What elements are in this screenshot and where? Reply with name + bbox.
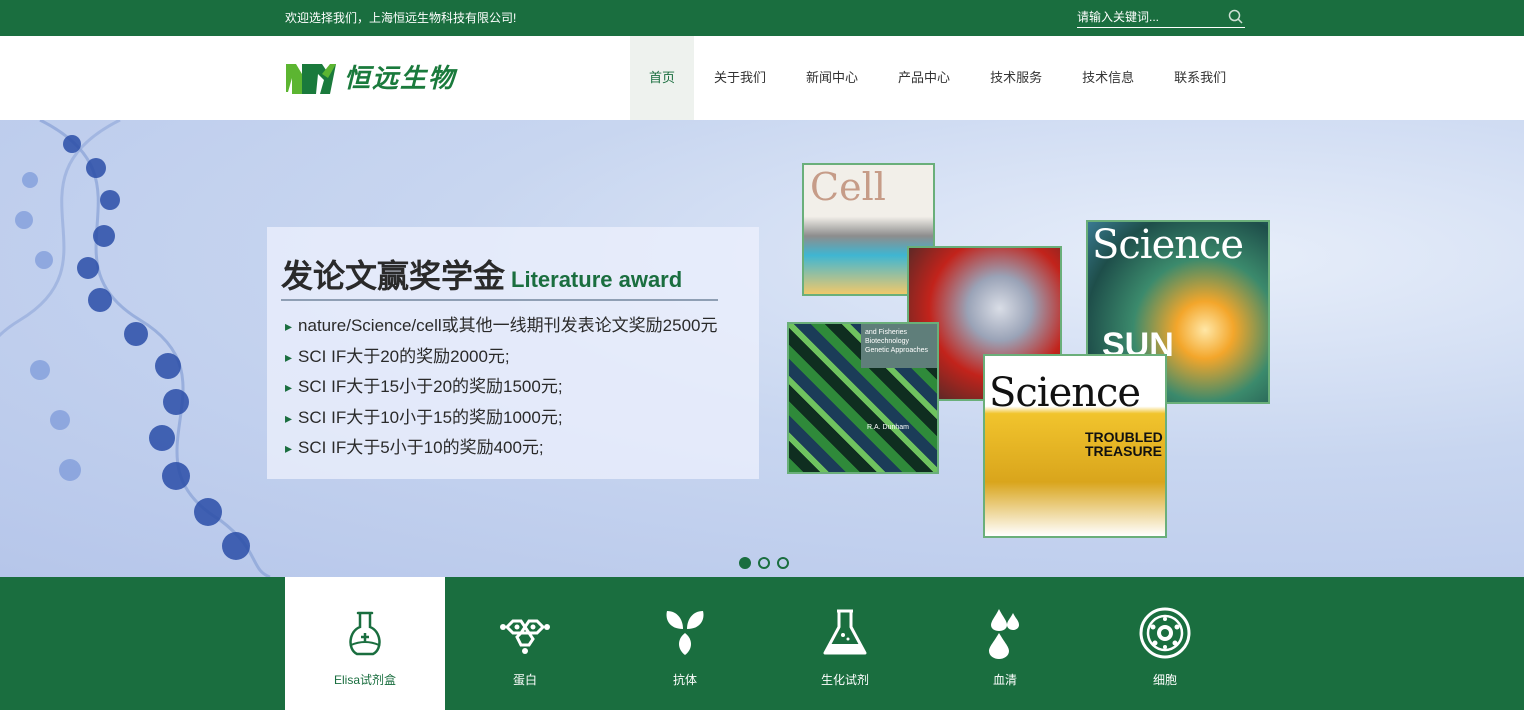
magazine-treasure-headline: TROUBLED TREASURE: [1085, 429, 1163, 459]
award-item: SCI IF大于10小于15的奖励1000元;: [285, 403, 718, 434]
magazine-science-title: Science: [989, 370, 1141, 416]
nav-contact[interactable]: 联系我们: [1154, 36, 1246, 120]
category-list: Elisa试剂盒 蛋白 抗体 生化试剂 血清 细胞: [285, 577, 1245, 710]
category-antibody[interactable]: 抗体: [605, 577, 765, 710]
category-label: 蛋白: [512, 673, 537, 687]
magazine-fish-title: and Fisheries Biotechnology Genetic Appr…: [861, 324, 937, 368]
nav-tech-service[interactable]: 技术服务: [970, 36, 1062, 120]
category-bar: Elisa试剂盒 蛋白 抗体 生化试剂 血清 细胞: [0, 577, 1524, 710]
logo-text: 恒远生物: [344, 63, 457, 93]
category-elisa[interactable]: Elisa试剂盒: [285, 577, 445, 710]
site-header: 恒远生物 首页 关于我们 新闻中心 产品中心 技术服务 技术信息 联系我们: [0, 36, 1524, 120]
search-box: [1077, 6, 1245, 28]
category-label: 血清: [992, 673, 1017, 687]
category-biochem[interactable]: 生化试剂: [765, 577, 925, 710]
award-list: nature/Science/cell或其他一线期刊发表论文奖励2500元 SC…: [285, 311, 718, 464]
flask-plus-icon: [349, 611, 381, 656]
beaker-icon: [823, 609, 867, 655]
cell-icon: [1139, 607, 1191, 659]
nav-home[interactable]: 首页: [630, 36, 695, 120]
category-label: 细胞: [1152, 673, 1177, 687]
sprout-icon: [666, 611, 704, 655]
top-bar: 欢迎选择我们，上海恒远生物科技有限公司!: [0, 0, 1524, 36]
award-divider: [281, 299, 718, 301]
award-title: 发论文赢奖学金 Literature award: [281, 251, 682, 297]
award-title-cn: 发论文赢奖学金: [281, 258, 506, 294]
welcome-text: 欢迎选择我们，上海恒远生物科技有限公司!: [285, 11, 517, 25]
award-item: nature/Science/cell或其他一线期刊发表论文奖励2500元: [285, 311, 717, 342]
award-item: SCI IF大于5小于10的奖励400元;: [285, 433, 718, 464]
award-item: SCI IF大于20的奖励2000元;: [285, 342, 718, 373]
category-label: 抗体: [672, 673, 697, 687]
magazine-fish-author: R.A. Dunham: [867, 424, 910, 431]
category-serum[interactable]: 血清: [925, 577, 1085, 710]
nav-tech-info[interactable]: 技术信息: [1062, 36, 1154, 120]
molecule-icon: [500, 619, 550, 654]
nav-products[interactable]: 产品中心: [878, 36, 970, 120]
main-nav: 首页 关于我们 新闻中心 产品中心 技术服务 技术信息 联系我们: [630, 36, 1246, 120]
award-subtitle: Literature award: [511, 267, 683, 292]
logo[interactable]: 恒远生物: [286, 62, 486, 96]
nav-about[interactable]: 关于我们: [694, 36, 786, 120]
magazine-science-treasure: Science TROUBLED TREASURE: [983, 354, 1167, 538]
search-input[interactable]: [1077, 7, 1223, 27]
hero-banner[interactable]: 发论文赢奖学金Literature award nature/Science/c…: [0, 120, 1524, 577]
slider-dot-1[interactable]: [739, 557, 751, 569]
search-icon[interactable]: [1227, 8, 1245, 26]
magazine-cell-title: Cell: [810, 165, 886, 209]
logo-mark-icon: [286, 64, 336, 94]
category-label: 生化试剂: [820, 673, 869, 687]
magazine-science-title: Science: [1092, 222, 1244, 268]
magazine-fish: and Fisheries Biotechnology Genetic Appr…: [787, 322, 939, 474]
award-item: SCI IF大于15小于20的奖励1500元;: [285, 372, 718, 403]
category-cell[interactable]: 细胞: [1085, 577, 1245, 710]
slider-dot-3[interactable]: [777, 557, 789, 569]
slider-dots: [739, 557, 796, 569]
slider-dot-2[interactable]: [758, 557, 770, 569]
category-protein[interactable]: 蛋白: [445, 577, 605, 710]
category-label: Elisa试剂盒: [333, 673, 396, 687]
award-panel: 发论文赢奖学金Literature award nature/Science/c…: [267, 227, 759, 479]
droplets-icon: [989, 609, 1019, 659]
nav-news[interactable]: 新闻中心: [786, 36, 878, 120]
